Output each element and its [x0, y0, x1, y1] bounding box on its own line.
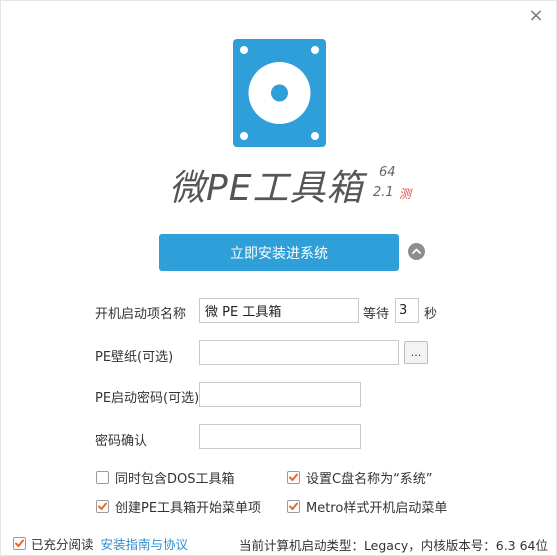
option-start-menu[interactable]: 创建PE工具箱开始菜单项	[96, 497, 261, 516]
wait-unit-label: 秒	[424, 307, 438, 322]
option-label: 设置C盘名称为“系统”	[306, 472, 433, 487]
checkmark-icon	[98, 502, 107, 510]
version-label: 2.1	[373, 185, 394, 200]
collapse-options-button[interactable]	[408, 243, 425, 260]
password-input[interactable]	[199, 382, 361, 407]
password-confirm-label: 密码确认	[95, 434, 148, 449]
checkmark-icon	[15, 539, 24, 547]
product-title: 微PE工具箱	[169, 168, 364, 209]
close-button[interactable]: ×	[524, 5, 548, 26]
install-button[interactable]: 立即安装进系统	[159, 234, 399, 271]
checkbox[interactable]	[96, 471, 109, 484]
password-label: PE启动密码(可选)	[95, 391, 200, 406]
chevron-up-icon	[412, 248, 421, 254]
checkbox[interactable]	[287, 500, 300, 513]
wallpaper-label: PE壁纸(可选)	[95, 350, 174, 365]
browse-wallpaper-button[interactable]: ...	[404, 341, 428, 364]
option-label: 创建PE工具箱开始菜单项	[115, 501, 262, 516]
boot-name-input[interactable]	[199, 298, 359, 323]
footer-bar: 已充分阅读 安装指南与协议 当前计算机启动类型：Legacy，内核版本号：6.3…	[1, 529, 557, 555]
boot-name-label: 开机启动项名称	[95, 307, 187, 322]
password-confirm-input[interactable]	[199, 424, 361, 449]
wait-label: 等待	[363, 307, 390, 322]
arch-label: 64	[379, 165, 396, 180]
option-label: 同时包含DOS工具箱	[115, 472, 235, 487]
option-label: Metro样式开机启动菜单	[306, 501, 448, 516]
wait-seconds-input[interactable]	[395, 298, 419, 323]
close-icon[interactable]: ×	[528, 5, 543, 26]
checkmark-icon	[289, 473, 298, 481]
agree-checkbox-row[interactable]: 已充分阅读 安装指南与协议	[13, 534, 188, 553]
wallpaper-input[interactable]	[199, 340, 399, 365]
option-include-dos[interactable]: 同时包含DOS工具箱	[96, 468, 235, 487]
agree-checkbox[interactable]	[13, 537, 26, 550]
install-guide-link[interactable]: 安装指南与协议	[101, 534, 189, 553]
browse-button-label: ...	[410, 346, 422, 359]
agree-label: 已充分阅读	[31, 537, 94, 552]
checkbox[interactable]	[96, 500, 109, 513]
boot-type-status: 当前计算机启动类型：Legacy，内核版本号：6.3 64位	[238, 538, 548, 553]
installer-window: × 微PE工具箱 64 2.1 测 立即安装进系统 开机启动项名称 等待 秒 P…	[0, 0, 557, 556]
checkmark-icon	[289, 502, 298, 510]
checkbox[interactable]	[287, 471, 300, 484]
beta-tag: 测	[399, 187, 412, 201]
disc-drive-logo	[233, 39, 326, 147]
install-button-label: 立即安装进系统	[230, 245, 328, 262]
option-rename-c-drive[interactable]: 设置C盘名称为“系统”	[287, 468, 433, 487]
option-metro-boot-menu[interactable]: Metro样式开机启动菜单	[287, 497, 447, 516]
